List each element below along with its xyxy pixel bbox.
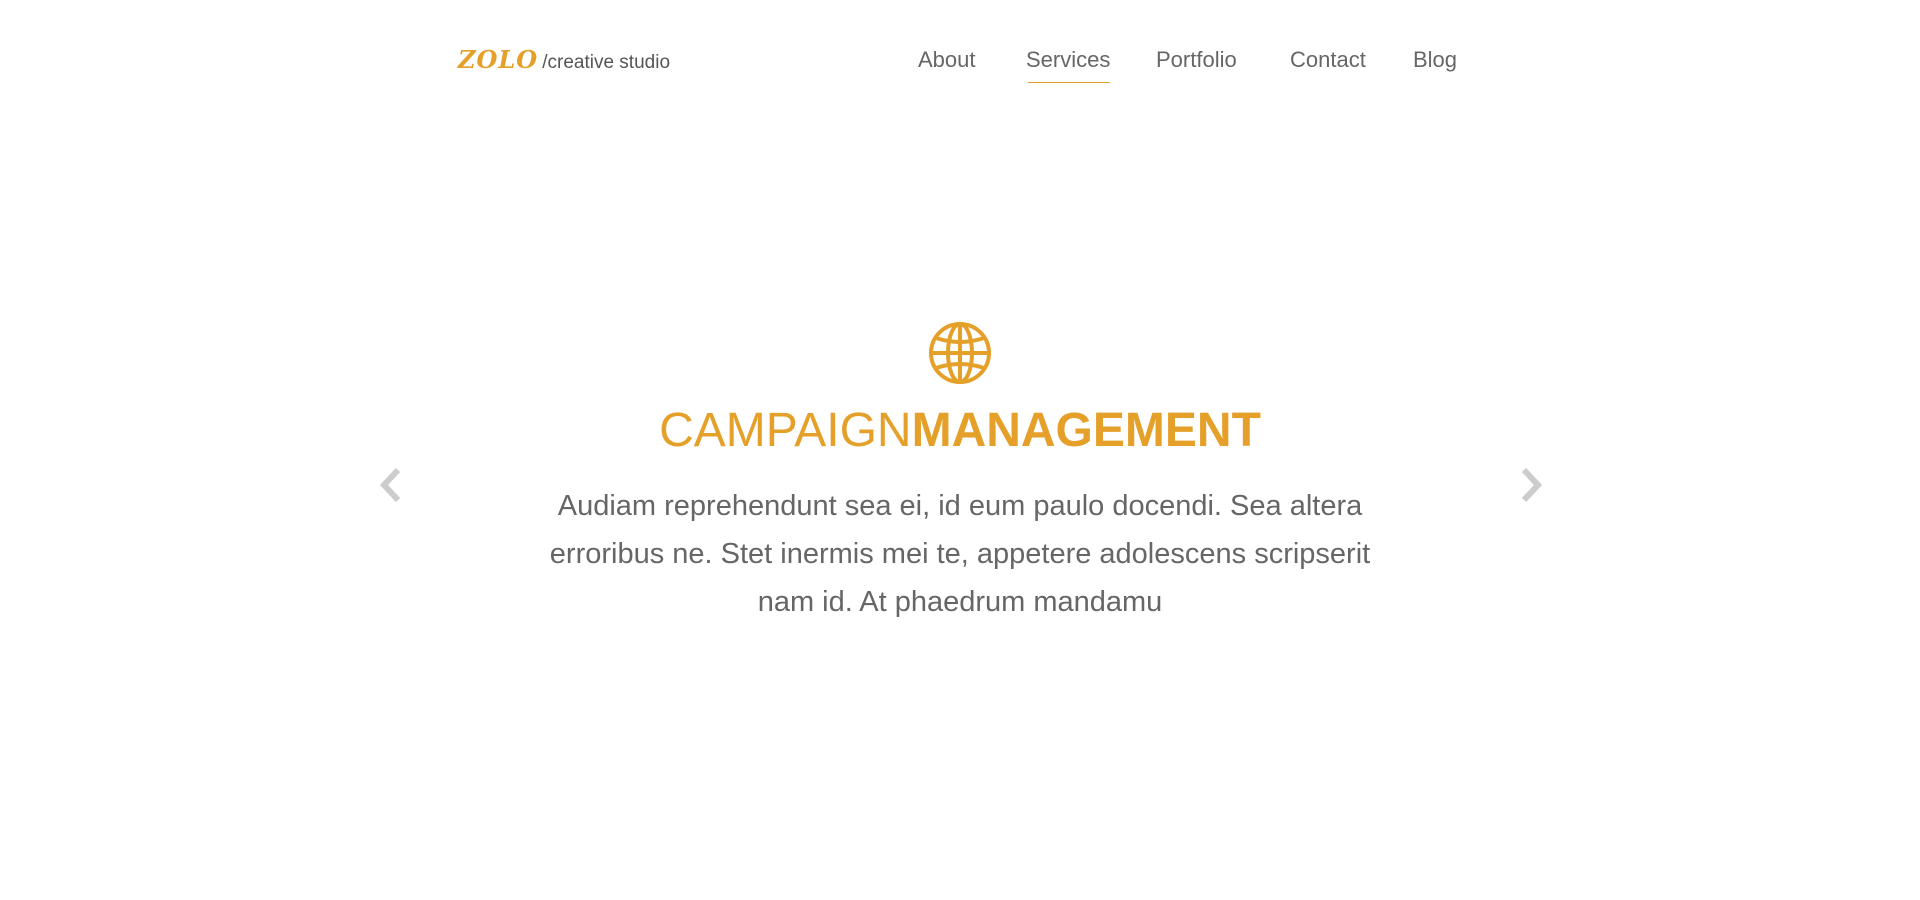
- slide-title-light: CAMPAIGN: [659, 404, 912, 457]
- nav-item-services[interactable]: Services: [1026, 46, 1111, 83]
- nav-item-contact[interactable]: Contact: [1290, 46, 1366, 74]
- slide: CAMPAIGNMANAGEMENT Audiam reprehendunt s…: [0, 320, 1920, 626]
- site-header: ZOLO /creative studio About Services Por…: [0, 0, 1920, 110]
- slide-title: CAMPAIGNMANAGEMENT: [0, 402, 1920, 460]
- main-nav: About Services Portfolio Contact Blog: [0, 46, 1920, 86]
- globe-icon: [929, 322, 991, 384]
- slide-title-bold: MANAGEMENT: [911, 404, 1261, 457]
- nav-item-about[interactable]: About: [918, 46, 976, 74]
- nav-item-portfolio[interactable]: Portfolio: [1156, 46, 1237, 74]
- slide-description: Audiam reprehendunt sea ei, id eum paulo…: [549, 490, 1371, 618]
- nav-item-blog[interactable]: Blog: [1413, 46, 1457, 74]
